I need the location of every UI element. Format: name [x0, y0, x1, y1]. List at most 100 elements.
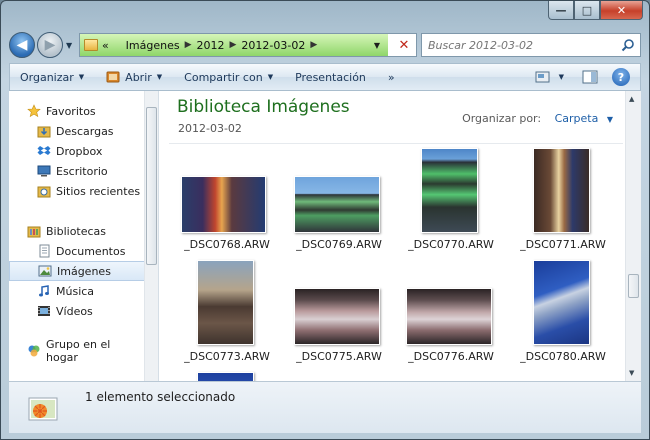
command-bar: Organizar ▼ Abrir ▼ Compartir con ▼ Pres… — [9, 63, 641, 91]
nav-documents[interactable]: Documentos — [9, 241, 145, 261]
file-thumbnail[interactable] — [533, 260, 590, 345]
file-tile[interactable]: _DSC0771.ARW — [507, 146, 619, 256]
library-subtitle: 2012-03-02 — [178, 122, 242, 135]
homegroup-icon — [28, 345, 40, 357]
file-thumbnail[interactable] — [181, 176, 266, 233]
pictures-icon — [38, 265, 52, 277]
file-name: _DSC0773.ARW — [184, 350, 270, 363]
file-thumbnail[interactable] — [421, 148, 478, 233]
nav-music-label: Música — [56, 284, 95, 298]
view-options-icon[interactable] — [535, 70, 551, 84]
nav-scrollbar-thumb[interactable] — [146, 107, 157, 265]
chevron-down-icon[interactable]: ▼ — [607, 115, 613, 124]
open-label: Abrir — [125, 70, 152, 84]
slideshow-button[interactable]: Presentación — [295, 71, 366, 84]
folder-icon — [84, 39, 98, 51]
file-thumbnail[interactable] — [294, 176, 380, 233]
file-tile[interactable]: _DSC0773.ARW — [171, 258, 283, 368]
content-pane: Biblioteca Imágenes 2012-03-02 Organizar… — [159, 91, 641, 381]
file-thumbnail[interactable] — [197, 372, 254, 381]
nav-images-label: Imágenes — [57, 264, 111, 278]
maximize-button[interactable]: □ — [574, 1, 600, 20]
nav-homegroup[interactable]: Grupo en el hogar — [9, 338, 145, 364]
search-icon[interactable] — [621, 38, 635, 52]
file-name: _DSC0775.ARW — [296, 350, 382, 363]
file-tile[interactable]: _DSC0768.ARW — [171, 146, 283, 256]
stop-icon[interactable]: ✕ — [394, 35, 414, 55]
nav-recent-places[interactable]: Sitios recientes — [9, 181, 145, 201]
nav-downloads-label: Descargas — [56, 124, 114, 138]
content-scrollbar-thumb[interactable] — [628, 274, 639, 298]
downloads-folder-icon — [37, 126, 51, 138]
file-name: _DSC0770.ARW — [408, 238, 494, 251]
address-row: ◀ ▶ ▼ « ▶ Imágenes ▶ 2012 ▶ 2012-03-02 ▶… — [9, 30, 641, 60]
nav-favorites-label: Favoritos — [46, 104, 96, 118]
preview-pane-icon[interactable] — [582, 70, 598, 84]
nav-favorites[interactable]: Favoritos — [9, 101, 145, 121]
nav-videos[interactable]: Vídeos — [9, 301, 145, 321]
recent-pages-dropdown[interactable]: ▼ — [66, 41, 72, 50]
breadcrumb-separator[interactable]: ▶ — [230, 40, 237, 50]
back-button[interactable]: ◀ — [9, 32, 35, 58]
close-window-button[interactable]: ✕ — [600, 1, 643, 20]
chevron-down-icon: ▼ — [78, 73, 85, 81]
file-name: _DSC0769.ARW — [296, 238, 382, 251]
nav-music[interactable]: Música — [9, 281, 145, 301]
breadcrumb-separator[interactable]: ▶ — [310, 40, 317, 50]
nav-images[interactable]: Imágenes — [9, 261, 145, 281]
share-button[interactable]: Compartir con ▼ — [184, 71, 273, 84]
nav-desktop[interactable]: Escritorio — [9, 161, 145, 181]
forward-button[interactable]: ▶ — [37, 32, 63, 58]
organize-button[interactable]: Organizar ▼ — [20, 71, 84, 84]
view-dropdown-icon[interactable]: ▼ — [559, 73, 564, 81]
help-icon[interactable]: ? — [612, 68, 630, 86]
file-tile[interactable]: _DSC0769.ARW — [283, 146, 395, 256]
desktop-icon — [37, 165, 51, 177]
breadcrumb-overflow[interactable]: « — [102, 39, 109, 52]
file-tile[interactable]: _DSC0776.ARW — [395, 258, 507, 368]
music-icon — [39, 285, 49, 297]
explorer-window: — □ ✕ ◀ ▶ ▼ « ▶ Imágenes ▶ 2012 ▶ 2012-0… — [0, 0, 650, 440]
file-thumbnail[interactable] — [294, 288, 380, 345]
search-input[interactable] — [428, 38, 618, 52]
arrange-by-value[interactable]: Carpeta — [555, 112, 599, 125]
nav-videos-label: Vídeos — [56, 304, 93, 318]
chevron-down-icon: ▼ — [156, 73, 163, 81]
view-controls: ▼ ? — [535, 68, 630, 86]
open-button[interactable]: Abrir ▼ — [106, 70, 162, 84]
minimize-button[interactable]: — — [548, 1, 574, 20]
nav-libraries[interactable]: Bibliotecas — [9, 221, 145, 241]
details-pane: 1 elemento seleccionado — [9, 381, 641, 433]
more-commands-button[interactable]: » — [388, 71, 395, 84]
back-arrow-icon: ◀ — [16, 37, 28, 53]
file-thumbnail[interactable] — [533, 148, 590, 233]
file-tile[interactable] — [171, 370, 283, 381]
file-thumbnail[interactable] — [406, 288, 492, 345]
search-box[interactable] — [421, 33, 641, 57]
nav-dropbox[interactable]: Dropbox — [9, 141, 145, 161]
scroll-up-icon[interactable]: ▲ — [629, 95, 634, 103]
nav-downloads[interactable]: Descargas — [9, 121, 145, 141]
breadcrumb-separator[interactable]: ▶ — [185, 40, 192, 50]
breadcrumb-images[interactable]: Imágenes — [126, 39, 180, 52]
address-dropdown[interactable]: ▼ — [374, 41, 380, 50]
file-thumbnail[interactable] — [197, 260, 254, 345]
file-grid: _DSC0768.ARW _DSC0769.ARW _DSC0770.ARW _… — [159, 146, 625, 381]
arrange-by-label: Organizar por: — [462, 112, 542, 125]
recent-places-icon — [37, 186, 51, 198]
organize-label: Organizar — [20, 70, 74, 84]
nav-documents-label: Documentos — [56, 244, 126, 258]
file-tile[interactable]: _DSC0780.ARW — [507, 258, 619, 368]
address-bar[interactable]: « ▶ Imágenes ▶ 2012 ▶ 2012-03-02 ▶ ▼ ✕ — [79, 33, 417, 57]
file-tile[interactable]: _DSC0770.ARW — [395, 146, 507, 256]
share-label: Compartir con — [184, 70, 263, 84]
nav-desktop-label: Escritorio — [56, 164, 108, 178]
file-tile[interactable]: _DSC0775.ARW — [283, 258, 395, 368]
breadcrumb: « ▶ Imágenes ▶ 2012 ▶ 2012-03-02 ▶ ▼ — [80, 34, 388, 56]
content-scrollbar[interactable]: ▲ ▼ — [625, 91, 641, 381]
scroll-down-icon[interactable]: ▼ — [629, 369, 634, 377]
caption-buttons: — □ ✕ — [548, 1, 643, 20]
nav-scrollbar[interactable] — [144, 91, 158, 381]
breadcrumb-2012[interactable]: 2012 — [197, 39, 225, 52]
breadcrumb-date[interactable]: 2012-03-02 — [241, 39, 305, 52]
